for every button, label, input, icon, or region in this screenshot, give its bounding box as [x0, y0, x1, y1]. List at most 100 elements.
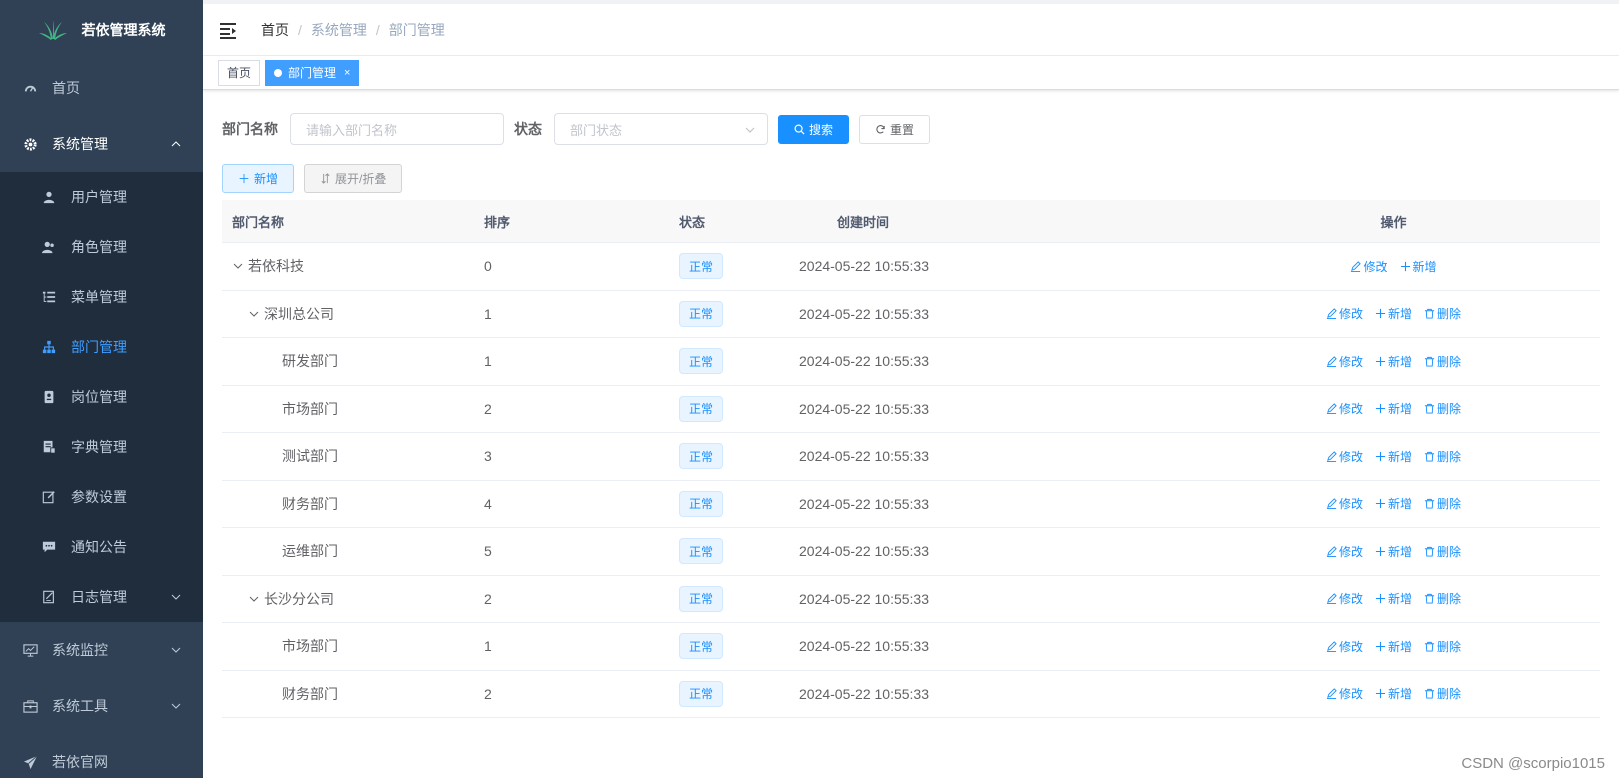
breadcrumb-item: 系统管理 [310, 21, 367, 38]
cell-name: 运维部门 [222, 541, 484, 561]
sidebar-item[interactable]: 系统工具 [0, 678, 203, 734]
edit-button[interactable]: 修改 [1326, 448, 1363, 465]
sidebar-subitem[interactable]: 岗位管理 [0, 372, 203, 422]
status-select[interactable]: 部门状态 [554, 113, 768, 145]
sidebar-item[interactable]: 系统管理 [0, 116, 203, 172]
add-label: 新增 [1387, 307, 1412, 322]
cell-sort: 3 [484, 448, 492, 465]
cell-time: 2024-05-22 10:55:33 [799, 543, 929, 560]
add-child-button[interactable]: 新增 [1375, 543, 1412, 560]
plus-icon [1375, 451, 1386, 461]
sidebar-subitem[interactable]: 用户管理 [0, 172, 203, 222]
add-child-button[interactable]: 新增 [1375, 590, 1412, 607]
expand-arrow-icon[interactable] [248, 593, 260, 605]
status-badge: 正常 [679, 443, 724, 470]
cell-name: 市场部门 [222, 636, 484, 656]
chevron-down-icon [745, 127, 755, 133]
delete-label: 删除 [1437, 544, 1462, 559]
expand-arrow-icon[interactable] [248, 308, 260, 320]
edit-button[interactable]: 修改 [1350, 258, 1388, 275]
delete-button[interactable]: 删除 [1424, 495, 1461, 512]
sidebar-item[interactable]: 系统监控 [0, 622, 203, 678]
hamburger-icon[interactable] [219, 20, 239, 40]
expand-collapse-button[interactable]: 展开/折叠 [304, 164, 403, 193]
edit-button[interactable]: 修改 [1326, 495, 1363, 512]
delete-button[interactable]: 删除 [1424, 400, 1461, 417]
delete-button[interactable]: 删除 [1424, 353, 1461, 370]
edit-button[interactable]: 修改 [1326, 685, 1363, 702]
breadcrumb-item[interactable]: 首页 [261, 20, 289, 40]
edit-label: 修改 [1338, 592, 1363, 607]
tree-icon [41, 339, 57, 355]
dept-name: 财务部门 [282, 685, 338, 702]
delete-icon [1424, 689, 1435, 699]
table-row: 长沙分公司 2 正常 2024-05-22 10:55:33 修改 新增 删除 [222, 576, 1600, 623]
delete-label: 删除 [1437, 449, 1462, 464]
dict-icon [41, 439, 57, 455]
sidebar-subitem[interactable]: 部门管理 [0, 322, 203, 372]
sidebar-subitem[interactable]: 字典管理 [0, 422, 203, 472]
delete-icon [1424, 641, 1435, 652]
reset-button[interactable]: 重置 [859, 114, 931, 144]
edit-button[interactable]: 修改 [1326, 543, 1363, 560]
status-badge: 正常 [679, 633, 724, 660]
delete-button[interactable]: 删除 [1424, 305, 1461, 322]
cell-ops: 修改 新增 删除 [1187, 400, 1600, 417]
header-status: 状态 [679, 214, 706, 230]
close-icon[interactable]: × [344, 61, 350, 85]
sidebar-subitem-label: 字典管理 [71, 439, 127, 455]
cell-time: 2024-05-22 10:55:33 [799, 258, 929, 275]
tag-dept[interactable]: 部门管理 × [265, 59, 360, 86]
tags-view: 首页 部门管理 × [203, 56, 1619, 90]
plus-icon: ＋ [238, 172, 251, 186]
add-child-button[interactable]: 新增 [1375, 353, 1412, 370]
add-label: 新增 [1387, 449, 1412, 464]
expand-arrow-icon[interactable] [232, 260, 244, 272]
sidebar-subitem[interactable]: 参数设置 [0, 472, 203, 522]
delete-button[interactable]: 删除 [1424, 590, 1461, 607]
search-button-label: 搜索 [809, 122, 834, 137]
add-child-button[interactable]: 新增 [1375, 448, 1412, 465]
table-row: 市场部门 1 正常 2024-05-22 10:55:33 修改 新增 删除 [222, 623, 1600, 671]
sidebar-subitem[interactable]: 通知公告 [0, 522, 203, 572]
sidebar-subitem[interactable]: 日志管理 [0, 572, 203, 622]
add-child-button[interactable]: 新增 [1400, 258, 1437, 275]
delete-button[interactable]: 删除 [1424, 638, 1461, 655]
edit-button[interactable]: 修改 [1326, 590, 1363, 607]
add-button[interactable]: ＋ 新增 [222, 164, 295, 193]
sidebar-item[interactable]: 首页 [0, 60, 203, 116]
sidebar-subitem[interactable]: 角色管理 [0, 222, 203, 272]
sidebar-subitem-label: 岗位管理 [71, 389, 127, 405]
delete-button[interactable]: 删除 [1424, 685, 1461, 702]
delete-button[interactable]: 删除 [1424, 448, 1461, 465]
add-child-button[interactable]: 新增 [1375, 305, 1412, 322]
search-button[interactable]: 搜索 [778, 114, 850, 144]
sidebar-logo[interactable]: 若依管理系统 [0, 0, 203, 60]
status-badge: 正常 [679, 253, 724, 280]
edit-button[interactable]: 修改 [1326, 305, 1363, 322]
breadcrumb: 首页 / 系统管理 / 部门管理 [261, 20, 445, 40]
edit-button[interactable]: 修改 [1326, 353, 1363, 370]
status-badge: 正常 [679, 538, 724, 565]
tag-label: 部门管理 [288, 65, 337, 80]
table-body: 若依科技 0 正常 2024-05-22 10:55:33 修改 新增 深圳总公司 1 正常 20… [222, 243, 1600, 718]
delete-button[interactable]: 删除 [1424, 543, 1461, 560]
edit-icon [1326, 593, 1337, 605]
add-label: 新增 [1387, 544, 1412, 559]
edit-button[interactable]: 修改 [1326, 400, 1363, 417]
sidebar-item[interactable]: 若依官网 [0, 734, 203, 778]
table-row: 测试部门 3 正常 2024-05-22 10:55:33 修改 新增 删除 [222, 433, 1600, 481]
search-form: 部门名称 请输入部门名称 状态 部门状态 搜索 重置 [222, 111, 1619, 147]
add-child-button[interactable]: 新增 [1375, 638, 1412, 655]
add-child-button[interactable]: 新增 [1375, 400, 1412, 417]
sidebar-subitem[interactable]: 菜单管理 [0, 272, 203, 322]
delete-label: 删除 [1437, 497, 1462, 512]
dept-name-input[interactable]: 请输入部门名称 [290, 113, 504, 145]
edit-button[interactable]: 修改 [1326, 638, 1363, 655]
add-child-button[interactable]: 新增 [1375, 495, 1412, 512]
add-child-button[interactable]: 新增 [1375, 685, 1412, 702]
monitor-icon [22, 642, 38, 658]
cell-ops: 修改 新增 删除 [1187, 543, 1600, 560]
cell-status: 正常 [679, 490, 799, 517]
tag-home[interactable]: 首页 [218, 59, 261, 86]
